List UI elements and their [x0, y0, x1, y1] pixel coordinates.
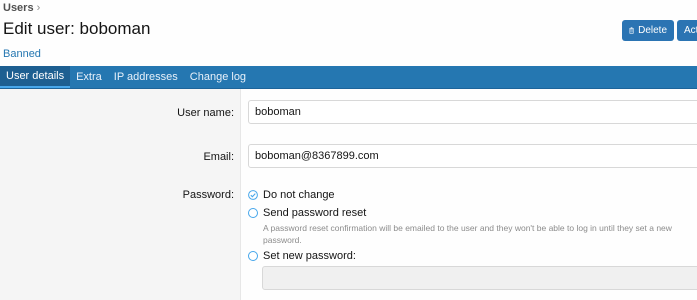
- chevron-right-icon: ›: [36, 2, 41, 14]
- radio-circle-icon: [248, 251, 258, 261]
- radio-set-new-password-label: Set new password:: [263, 250, 356, 262]
- banned-status-link[interactable]: Banned: [3, 48, 41, 60]
- page-title: Edit user: boboman: [3, 19, 151, 38]
- tab-ip-addresses[interactable]: IP addresses: [108, 66, 184, 88]
- actions-button[interactable]: Act: [677, 20, 697, 41]
- radio-send-reset[interactable]: Send password reset: [248, 207, 366, 219]
- checked-radio-icon: [248, 190, 258, 200]
- breadcrumb: Users ›: [3, 2, 40, 14]
- email-label: Email:: [203, 151, 234, 163]
- tab-bar: User details Extra IP addresses Change l…: [0, 66, 697, 89]
- radio-circle-icon: [248, 208, 258, 218]
- tab-extra[interactable]: Extra: [70, 66, 108, 88]
- radio-send-reset-label: Send password reset: [263, 207, 367, 219]
- trash-icon: [629, 27, 634, 34]
- email-input[interactable]: [248, 144, 697, 168]
- username-label: User name:: [177, 107, 234, 119]
- radio-do-not-change[interactable]: Do not change: [248, 189, 335, 201]
- new-password-input[interactable]: [262, 266, 697, 290]
- delete-button[interactable]: Delete: [622, 20, 674, 41]
- radio-set-new-password[interactable]: Set new password:: [248, 250, 356, 262]
- radio-do-not-change-label: Do not change: [263, 189, 335, 201]
- delete-button-label: Delete: [638, 25, 667, 36]
- send-reset-hint: A password reset confirmation will be em…: [263, 223, 672, 245]
- breadcrumb-users-link[interactable]: Users: [3, 2, 34, 14]
- tab-change-log[interactable]: Change log: [184, 66, 252, 88]
- password-label: Password:: [182, 189, 234, 201]
- actions-button-label: Act: [684, 25, 697, 36]
- username-input[interactable]: [248, 100, 697, 124]
- tab-user-details[interactable]: User details: [0, 66, 71, 88]
